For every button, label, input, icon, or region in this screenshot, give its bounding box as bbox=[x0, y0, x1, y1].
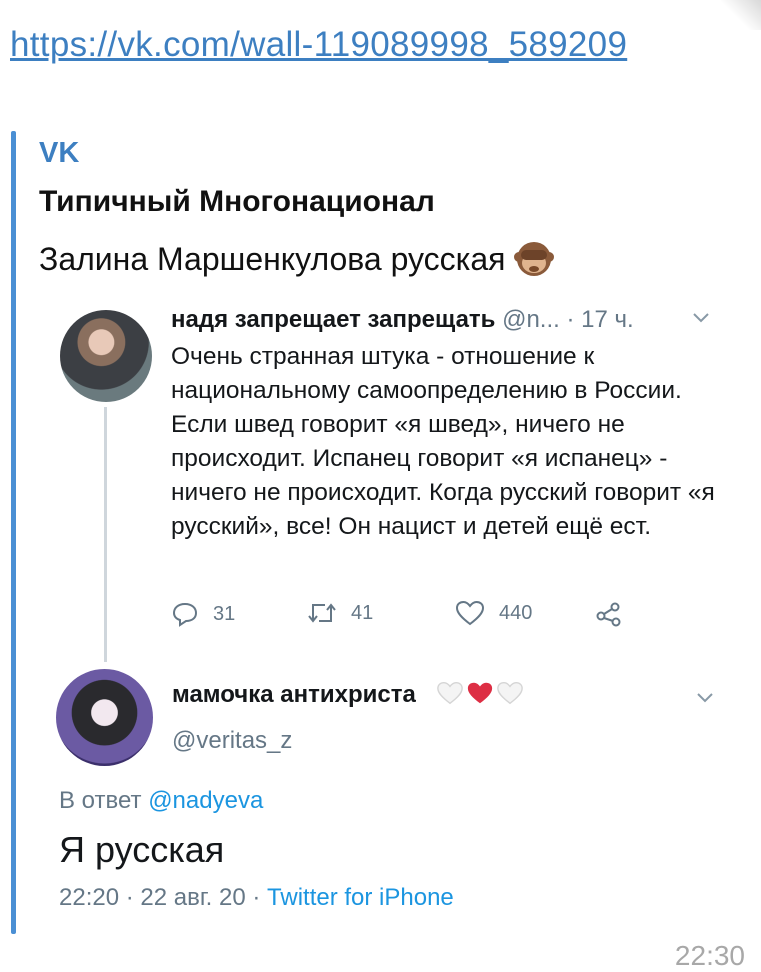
white-heart-icon bbox=[437, 682, 464, 705]
caption-text: Залина Маршенкулова русская bbox=[39, 241, 506, 277]
message-time: 22:30 bbox=[674, 940, 745, 971]
tweet2-chevron-down-icon[interactable] bbox=[696, 688, 714, 709]
reply-to-line: В ответ @nadyeva bbox=[59, 787, 263, 815]
tweet1-header: надя запрещает запрещать @n... · 17 ч. bbox=[171, 306, 634, 334]
like-count: 440 bbox=[499, 601, 533, 624]
see-no-evil-monkey-icon bbox=[513, 242, 554, 276]
tweet2-handle[interactable]: @veritas_z bbox=[172, 727, 292, 755]
retweet-icon bbox=[308, 603, 336, 623]
tweet1-chevron-down-icon[interactable] bbox=[692, 308, 710, 329]
reply-icon bbox=[172, 602, 198, 627]
tweet1-avatar[interactable] bbox=[60, 310, 152, 402]
retweet-count: 41 bbox=[351, 601, 374, 624]
tweet2-avatar[interactable] bbox=[56, 669, 153, 766]
tweet2-meta: 22:20 · 22 авг. 20 · Twitter for iPhone bbox=[59, 884, 454, 912]
share-action[interactable] bbox=[595, 600, 623, 628]
preview-group-title: Типичный Многонационал bbox=[39, 185, 435, 218]
like-action[interactable]: 440 bbox=[455, 600, 532, 626]
share-icon bbox=[596, 602, 621, 627]
thread-line bbox=[104, 407, 107, 662]
tweet2-author-name[interactable]: мамочка антихриста bbox=[172, 681, 416, 708]
preview-site-name: VK bbox=[39, 137, 80, 169]
retweet-action[interactable]: 41 bbox=[307, 600, 373, 626]
reply-count: 31 bbox=[213, 602, 236, 625]
link-preview-bar bbox=[11, 131, 16, 934]
preview-caption: Залина Маршенкулова русская bbox=[39, 238, 554, 278]
tweet2-timestamp: 22:20 · 22 авг. 20 · bbox=[59, 884, 268, 911]
tweet1-author-name[interactable]: надя запрещает запрещать bbox=[171, 306, 495, 333]
tweet1-age: · 17 ч. bbox=[566, 306, 634, 333]
tweet2-author: мамочка антихриста bbox=[172, 680, 524, 709]
red-heart-icon bbox=[468, 682, 493, 704]
white-heart-icon bbox=[497, 682, 524, 705]
reply-to-label: В ответ bbox=[59, 787, 142, 814]
tweet2-text: Я русская bbox=[59, 829, 225, 870]
corner-shadow bbox=[721, 0, 761, 30]
tweet1-handle[interactable]: @n... bbox=[502, 306, 560, 333]
vk-post-link[interactable]: https://vk.com/wall-119089998_589209 bbox=[10, 22, 630, 68]
heart-icon bbox=[455, 600, 485, 626]
tweet2-source[interactable]: Twitter for iPhone bbox=[267, 884, 454, 911]
reply-action[interactable]: 31 bbox=[171, 600, 235, 628]
hearts-emoji-group bbox=[436, 680, 524, 706]
tweet1-text: Очень странная штука - отношение к нацио… bbox=[171, 343, 715, 540]
reply-to-mention[interactable]: @nadyeva bbox=[148, 787, 263, 814]
